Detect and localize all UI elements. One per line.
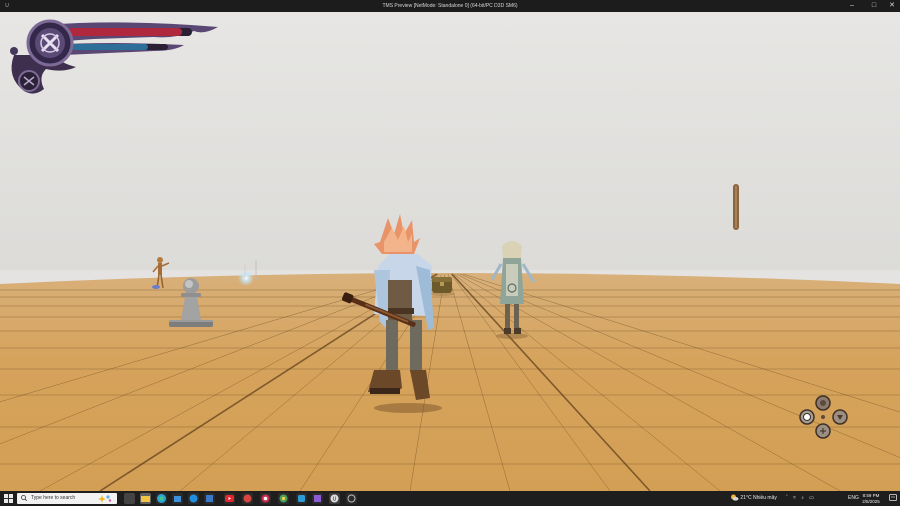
app-settings-icon[interactable] bbox=[346, 493, 357, 504]
task-view-icon[interactable] bbox=[124, 493, 135, 504]
taskbar: Type here to search U 21°C Nhiều mây ˆ ≈… bbox=[0, 491, 900, 506]
maximize-button[interactable]: □ bbox=[866, 0, 882, 12]
window-title: TMS Preview [NetMode: Standalone 0] (64-… bbox=[382, 3, 518, 9]
mana-bar-fill bbox=[68, 44, 148, 50]
unreal-engine-icon[interactable] bbox=[312, 493, 323, 504]
steam-icon[interactable] bbox=[278, 493, 289, 504]
windows-start-icon[interactable] bbox=[4, 494, 13, 503]
minimize-button[interactable]: – bbox=[844, 0, 860, 12]
file-explorer-icon[interactable] bbox=[140, 493, 151, 504]
chevron-up-icon[interactable]: ˆ bbox=[786, 495, 790, 501]
discord-icon[interactable] bbox=[242, 493, 253, 504]
svg-text:U: U bbox=[333, 496, 337, 502]
player-status-hud bbox=[10, 19, 218, 94]
edge-icon[interactable] bbox=[156, 493, 167, 504]
speaker-icon[interactable]: ♪ bbox=[801, 495, 806, 501]
weather-text: 21°C Nhiều mây bbox=[740, 495, 777, 501]
minimize-icon: – bbox=[850, 2, 854, 9]
battery-icon[interactable]: ▭ bbox=[809, 495, 816, 501]
wifi-icon[interactable]: ≈ bbox=[793, 495, 798, 501]
search-icon bbox=[21, 495, 27, 501]
search-placeholder: Type here to search bbox=[31, 495, 76, 501]
terminal-icon[interactable]: U bbox=[329, 493, 340, 504]
maximize-icon: □ bbox=[871, 2, 877, 9]
notification-icon[interactable] bbox=[889, 494, 897, 502]
floating-stick bbox=[733, 184, 739, 230]
taskbar-clock[interactable]: 8:59 PM 2/5/2025 bbox=[856, 493, 886, 504]
weather-widget[interactable]: 21°C Nhiều mây bbox=[730, 491, 777, 506]
ability-icon-top bbox=[820, 400, 826, 406]
health-bar-fill bbox=[68, 28, 183, 36]
window-title-bar[interactable]: U TMS Preview [NetMode: Standalone 0] (6… bbox=[0, 0, 900, 12]
visual-studio-icon[interactable] bbox=[296, 493, 307, 504]
ability-wheel[interactable] bbox=[794, 393, 854, 443]
store-icon[interactable] bbox=[172, 493, 183, 504]
game-viewport[interactable] bbox=[0, 12, 900, 491]
clock-date: 2/5/2025 bbox=[862, 498, 880, 504]
youtube-icon[interactable] bbox=[224, 493, 235, 504]
photos-icon[interactable] bbox=[204, 493, 215, 504]
close-icon: ✕ bbox=[889, 2, 895, 9]
weather-cloud-icon bbox=[731, 494, 739, 501]
mail-icon[interactable] bbox=[188, 493, 199, 504]
ability-icon-left bbox=[803, 413, 811, 421]
taskbar-search-box[interactable]: Type here to search bbox=[17, 493, 117, 504]
close-button[interactable]: ✕ bbox=[884, 0, 900, 12]
search-highlight-icon[interactable] bbox=[98, 494, 112, 503]
chrome-icon[interactable] bbox=[260, 493, 271, 504]
treasure-chest bbox=[429, 277, 455, 296]
system-tray-icons[interactable]: ˆ ≈ ♪ ▭ bbox=[786, 491, 816, 506]
